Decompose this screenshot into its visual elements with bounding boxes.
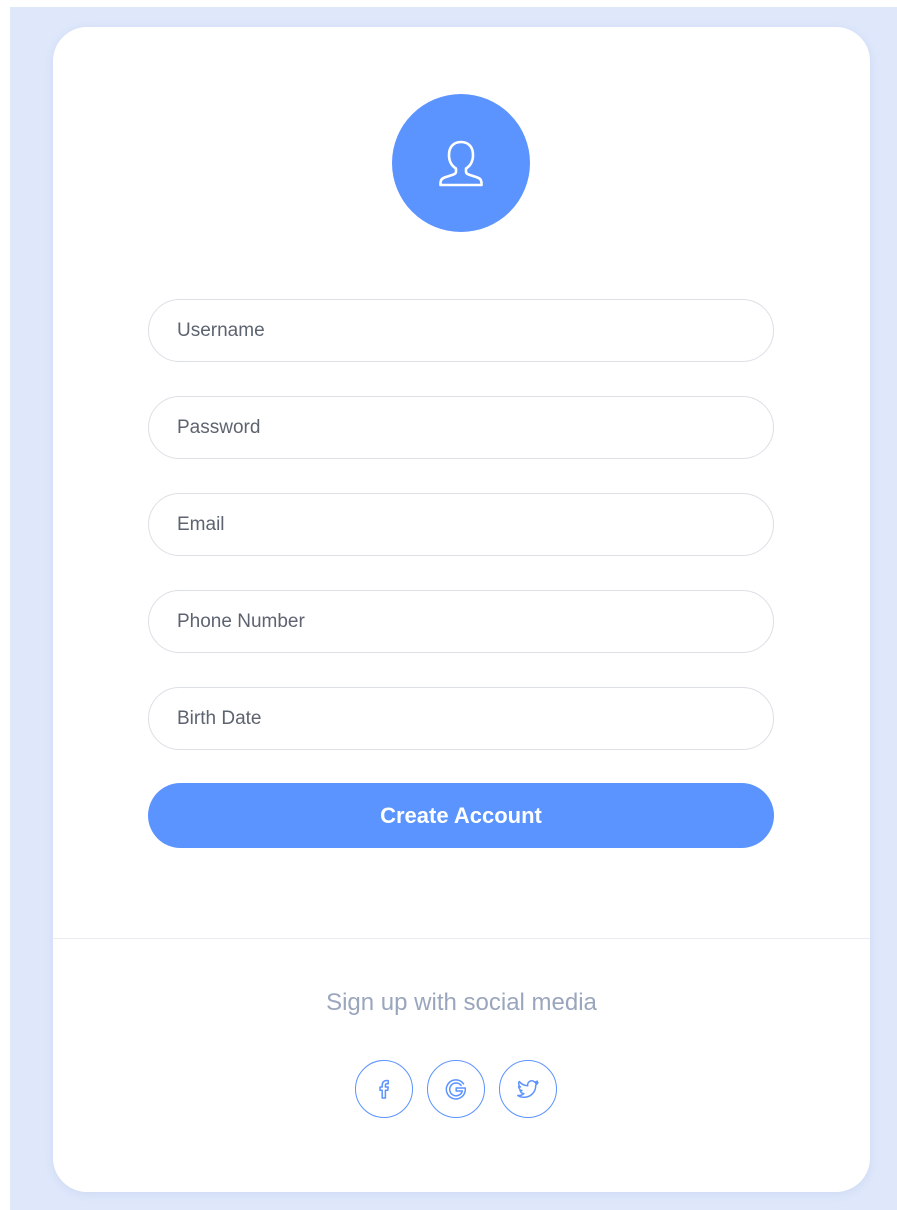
username-field[interactable] bbox=[148, 299, 774, 362]
user-icon bbox=[439, 140, 483, 187]
divider bbox=[53, 938, 870, 939]
email-field[interactable] bbox=[148, 493, 774, 556]
facebook-button[interactable] bbox=[355, 1060, 413, 1118]
google-icon bbox=[445, 1079, 467, 1100]
birth-date-field[interactable] bbox=[148, 687, 774, 750]
create-account-button[interactable]: Create Account bbox=[148, 783, 774, 848]
avatar bbox=[392, 94, 530, 232]
password-field[interactable] bbox=[148, 396, 774, 459]
phone-number-field[interactable] bbox=[148, 590, 774, 653]
facebook-icon bbox=[379, 1079, 389, 1099]
signup-card: Create Account Sign up with social media bbox=[53, 27, 870, 1192]
twitter-button[interactable] bbox=[499, 1060, 557, 1118]
google-button[interactable] bbox=[427, 1060, 485, 1118]
twitter-icon bbox=[517, 1080, 539, 1099]
social-signup-title: Sign up with social media bbox=[326, 989, 597, 1016]
social-buttons bbox=[355, 1060, 557, 1118]
